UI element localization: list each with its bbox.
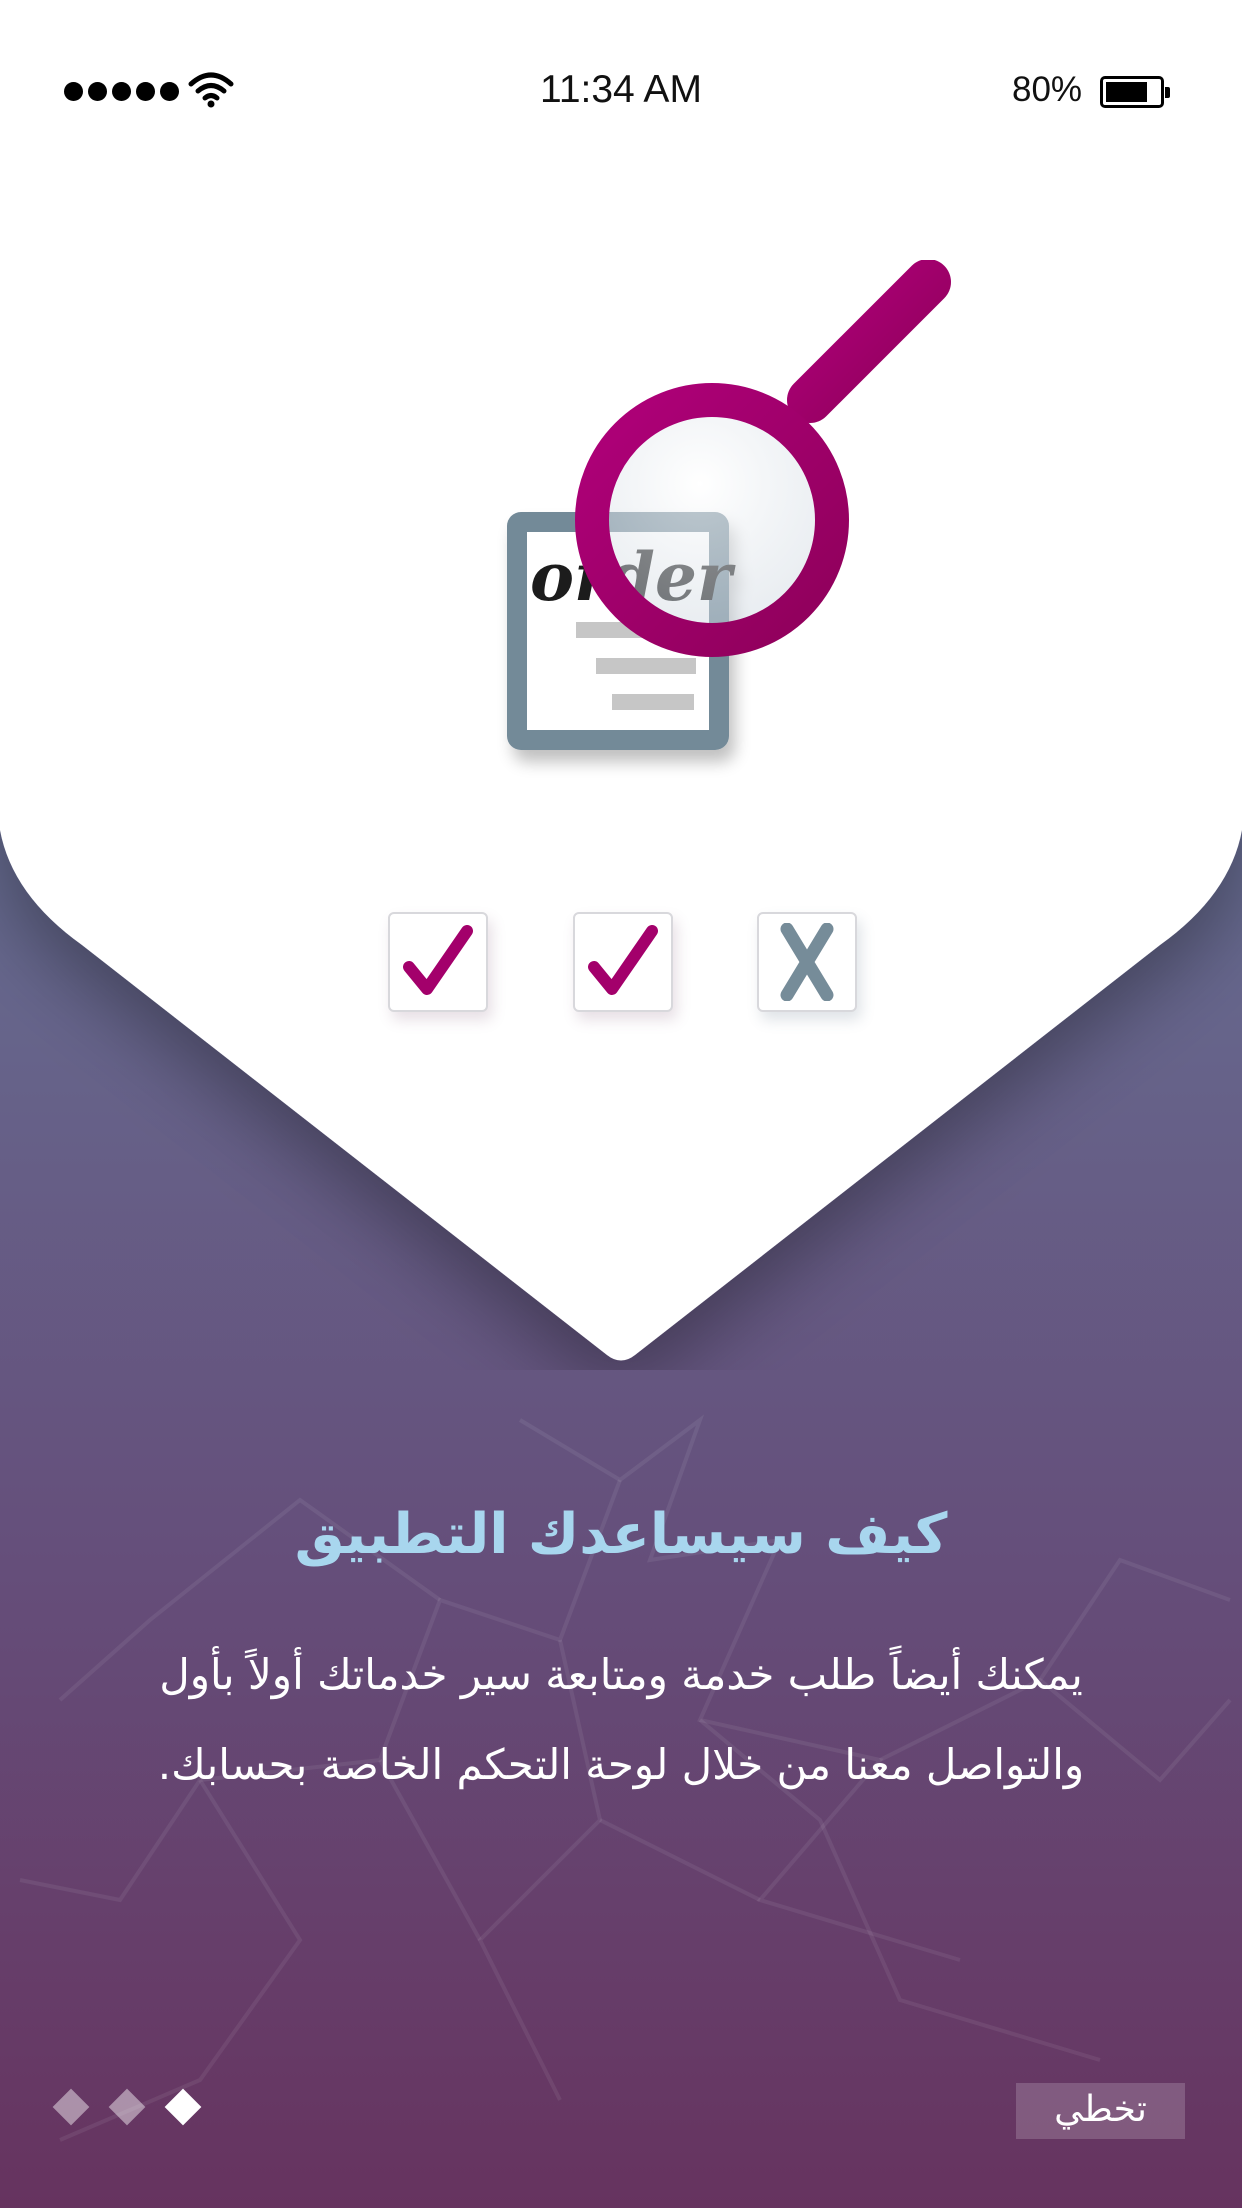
check-icon (588, 925, 658, 995)
status-bar: 11:34 AM 80% (0, 0, 1242, 186)
onboarding-title: كيف سيساعدك التطبيق (294, 1502, 948, 1567)
skip-button[interactable]: تخطي (1016, 2083, 1185, 2139)
page-dot-2[interactable] (108, 2088, 146, 2126)
checkbox-checked-1 (388, 912, 488, 1012)
page-indicator (52, 2088, 202, 2126)
page-dot-1[interactable] (52, 2088, 90, 2126)
description-line-1: يمكنك أيضاً طلب خدمة ومتابعة سير خدماتك … (159, 1650, 1083, 1699)
magnifier-icon (575, 260, 951, 657)
description-line-2: والتواصل معنا من خلال لوحة التحكم الخاصة… (157, 1740, 1085, 1789)
checkbox-checked-2 (573, 912, 673, 1012)
check-icon (403, 925, 473, 995)
onboarding-description: يمكنك أيضاً طلب خدمة ومتابعة سير خدماتك … (60, 1630, 1182, 1810)
x-mark-icon (780, 923, 834, 1001)
onboarding-screen: 11:34 AM 80% كيف سيساعدك التطبيق يمكنك أ… (0, 0, 1242, 2208)
page-dot-3-active[interactable] (164, 2088, 202, 2126)
battery-percent: 80% (1012, 70, 1083, 109)
checkbox-crossed (757, 912, 857, 1012)
order-search-illustration: order (507, 260, 951, 750)
battery-icon (1100, 76, 1170, 108)
